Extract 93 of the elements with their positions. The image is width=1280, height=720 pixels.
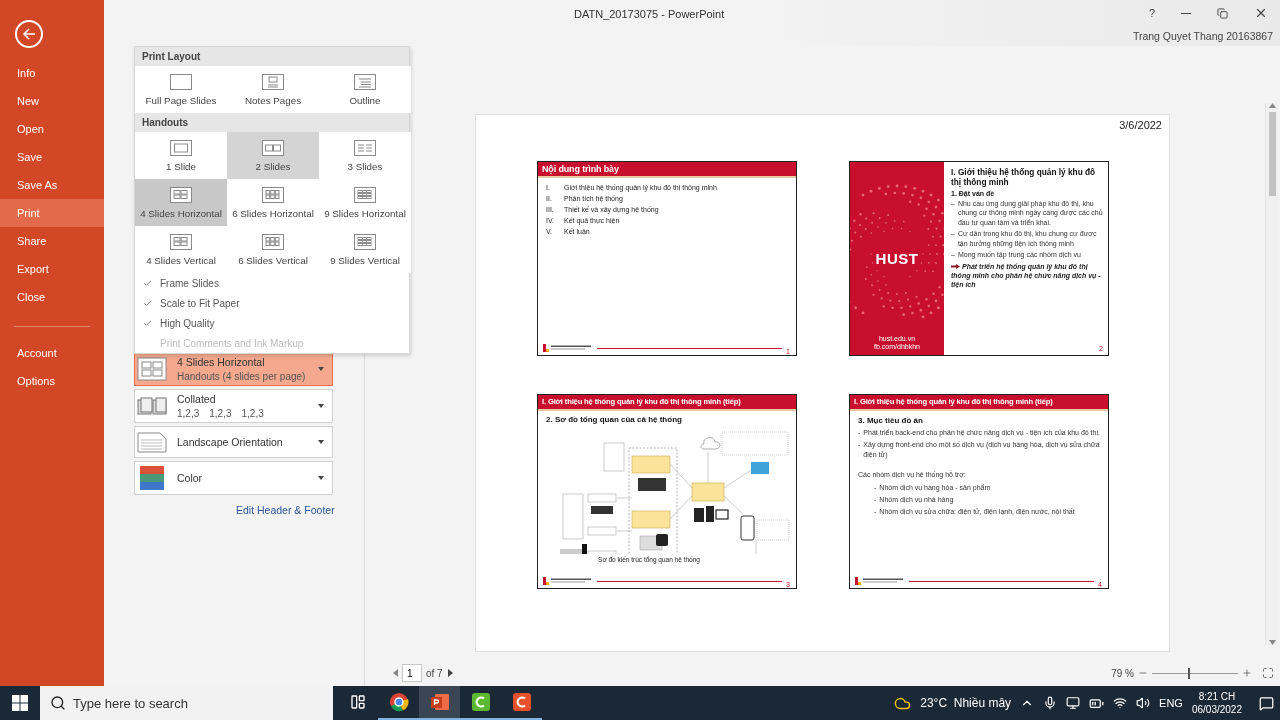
backstage-menu-item[interactable]: Save As <box>0 171 104 199</box>
university-logo-icon <box>543 344 593 352</box>
dropdown-caret-icon <box>318 367 324 371</box>
previous-page-button[interactable] <box>393 669 398 677</box>
print-setting-dropdown[interactable]: 4 Slides Horizontal Handouts (4 slides per page) <box>134 352 333 386</box>
collated-pages-icon <box>137 394 167 418</box>
scrollbar-thumb[interactable] <box>1268 112 1276 196</box>
layout-icon <box>170 186 192 203</box>
menu-section-header: Handouts <box>135 113 409 132</box>
back-arrow-icon <box>22 27 36 41</box>
print-setting-dropdown[interactable]: Color <box>134 461 333 495</box>
dropdown-caret-icon <box>318 476 324 480</box>
monitor-icon[interactable] <box>1066 696 1081 710</box>
clock[interactable]: 8:21 CH 06/03/2022 <box>1191 691 1242 715</box>
layout-option[interactable]: 4 Slides Horizontal <box>135 179 227 226</box>
help-button[interactable]: ? <box>1146 5 1157 21</box>
backstage-menu-item[interactable]: Share <box>0 227 104 255</box>
fit-to-window-button[interactable] <box>1262 667 1274 679</box>
task-view-icon <box>349 694 366 710</box>
page-count: of 7 <box>426 667 443 679</box>
page-date: 3/6/2022 <box>1119 119 1162 131</box>
right-triangle-icon <box>447 669 453 677</box>
zoom-slider-thumb[interactable] <box>1188 667 1191 679</box>
menu-toggle-item[interactable]: Frame Slides <box>135 273 409 293</box>
user-name[interactable]: Trang Quyet Thang 20163867 <box>1132 30 1273 42</box>
backstage-menu-item[interactable]: Account <box>0 339 104 367</box>
layout-icon <box>262 186 284 203</box>
layout-icon <box>262 233 284 250</box>
back-button[interactable] <box>15 20 43 48</box>
left-triangle-icon <box>393 669 398 677</box>
search-icon <box>50 695 66 711</box>
slide-title: I. Giới thiệu hệ thống quản lý khu đô thị thông minh <box>951 168 1097 188</box>
layout-icon <box>354 73 376 90</box>
dropdown-caret-icon <box>318 404 324 408</box>
dropdown-caret-icon <box>318 440 324 444</box>
slide-subtitle: 3. Mục tiêu đồ án <box>858 416 924 425</box>
brand-logo: HUST <box>875 250 919 267</box>
recorder-app-icon <box>470 692 491 712</box>
volume-icon[interactable] <box>1136 696 1151 710</box>
layout-icon <box>170 139 192 156</box>
layout-icon <box>354 139 376 156</box>
notification-icon[interactable] <box>1259 695 1274 711</box>
layout-icon <box>354 186 376 203</box>
weather-text[interactable]: 23°C Nhiều mây <box>920 696 1012 710</box>
window-title: DATN_20173075 - PowerPoint <box>574 8 725 20</box>
microphone-icon[interactable] <box>1043 696 1058 710</box>
backstage-menu-item[interactable]: New <box>0 87 104 115</box>
page-icon <box>137 430 167 454</box>
zoom-percent: 79 % <box>1111 667 1134 679</box>
backstage-menu-item[interactable]: Save <box>0 143 104 171</box>
taskbar-search-field[interactable]: Type here to search <box>40 686 333 720</box>
editor-app-icon <box>511 692 532 712</box>
menu-section-header: Print Layout <box>135 47 409 66</box>
vertical-scrollbar[interactable] <box>1265 103 1278 645</box>
layout-icon <box>170 233 192 250</box>
windows-logo-icon <box>12 695 28 711</box>
restore-button[interactable] <box>1215 5 1230 21</box>
zoom-in-button[interactable] <box>1242 668 1252 678</box>
layout-icon <box>137 357 167 381</box>
layout-icon <box>262 73 284 90</box>
university-logo-icon <box>543 577 593 585</box>
close-icon <box>1254 6 1268 20</box>
university-logo-icon <box>855 577 905 585</box>
slide-title: Nội dung trình bày <box>538 162 796 178</box>
print-setting-dropdown[interactable]: Collated 1,2,3 1,2,3 1,2,3 <box>134 389 333 423</box>
browser-icon <box>388 692 409 712</box>
menu-toggle-item[interactable]: Scale to Fit Paper <box>135 293 409 313</box>
minimize-icon <box>1181 12 1191 14</box>
slide-subtitle: 2. Sơ đồ tổng quan của cả hệ thống <box>546 415 683 424</box>
arrow-icon <box>951 263 960 269</box>
scroll-down-icon[interactable] <box>1268 640 1276 645</box>
scroll-up-icon[interactable] <box>1268 103 1276 108</box>
edit-header-footer-link[interactable]: Edit Header & Footer <box>236 504 335 516</box>
backstage-menu-item[interactable]: Options <box>0 367 104 395</box>
backstage-menu-item[interactable]: Open <box>0 115 104 143</box>
restore-icon <box>1217 7 1228 19</box>
page-number-field[interactable]: 1 <box>402 664 422 682</box>
plus-icon <box>1242 668 1252 678</box>
layout-icon <box>262 139 284 156</box>
layout-icon <box>170 73 192 90</box>
next-page-button[interactable] <box>447 669 453 677</box>
wifi-icon[interactable] <box>1113 696 1128 710</box>
layout-option[interactable]: 2 Slides <box>227 132 319 179</box>
layout-icon <box>354 233 376 250</box>
language-indicator[interactable]: ENG <box>1159 697 1183 709</box>
backstage-menu-item[interactable]: Export <box>0 255 104 283</box>
presentation-app-icon <box>429 692 450 712</box>
backstage-menu-item[interactable]: Close <box>0 283 104 311</box>
print-setting-dropdown[interactable]: Landscape Orientation <box>134 426 333 458</box>
fit-window-icon <box>1262 667 1274 679</box>
color-swatch-icon <box>137 466 167 490</box>
menu-toggle-item[interactable]: High Quality <box>135 313 409 333</box>
backstage-menu-item[interactable]: Info <box>0 59 104 87</box>
